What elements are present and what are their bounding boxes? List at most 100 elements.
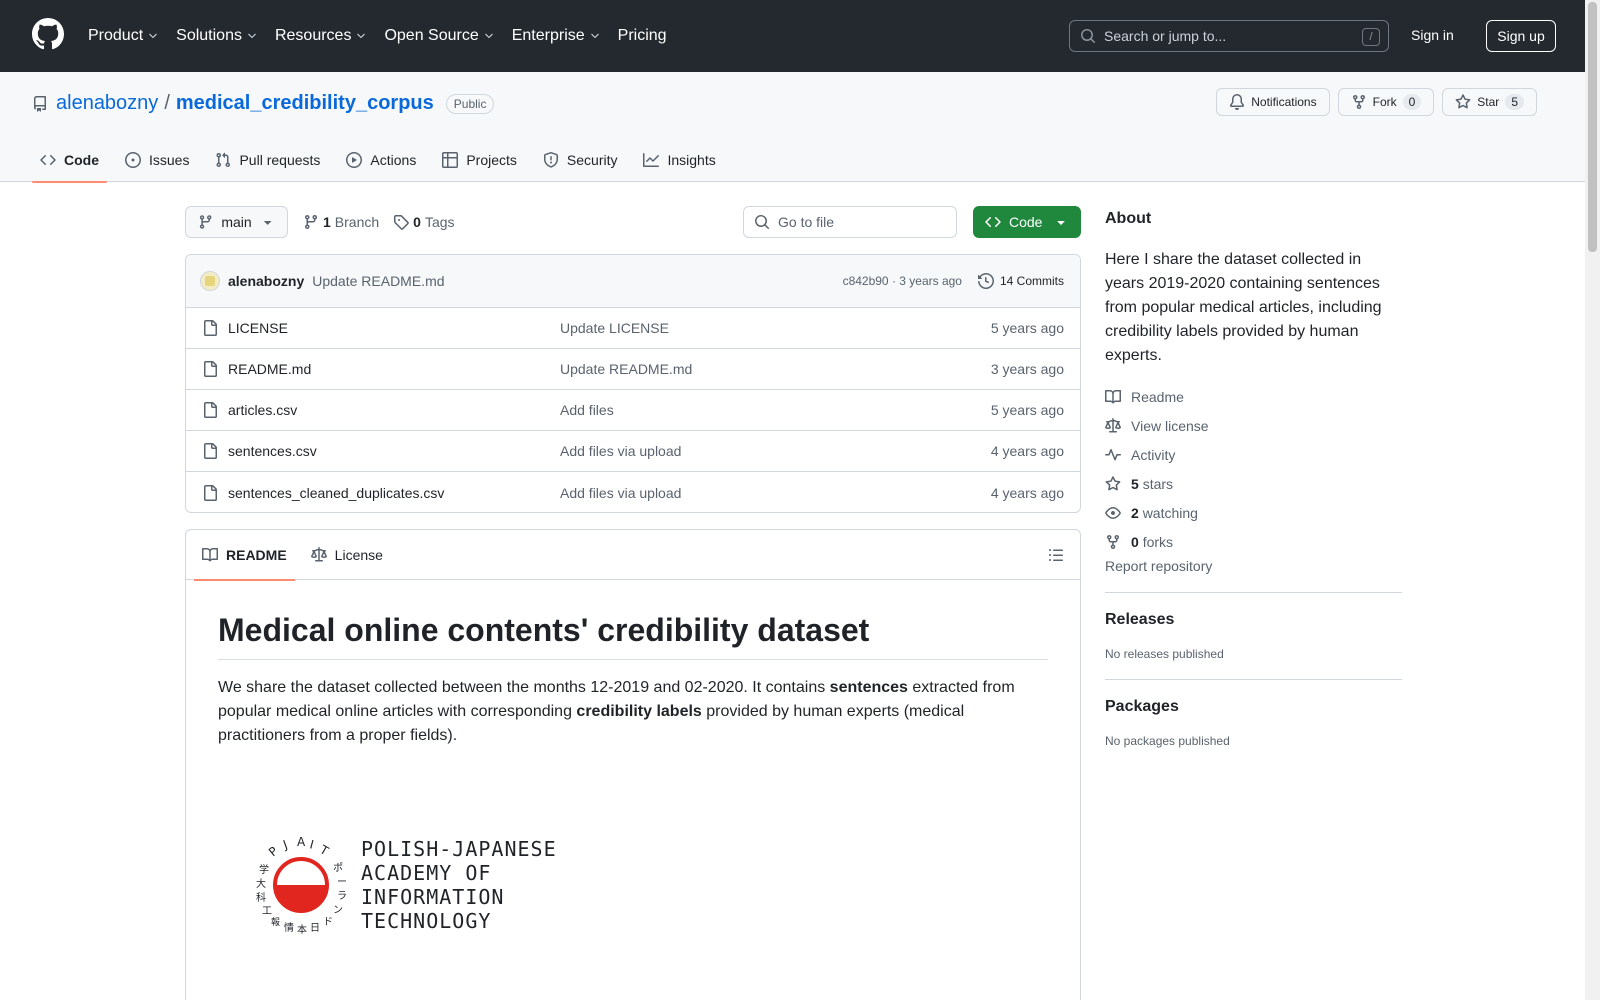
activity-link[interactable]: Activity	[1105, 440, 1402, 469]
tab-pull-requests[interactable]: Pull requests	[207, 138, 328, 182]
file-commit-message[interactable]: Add files	[560, 402, 614, 418]
tab-license[interactable]: License	[303, 530, 391, 580]
file-age: 4 years ago	[990, 484, 1064, 501]
table-row[interactable]: sentences.csv Add files via upload 4 yea…	[186, 431, 1080, 472]
page-scrollbar[interactable]	[1585, 0, 1600, 1000]
tab-actions[interactable]: Actions	[338, 138, 424, 182]
file-name[interactable]: sentences_cleaned_duplicates.csv	[228, 485, 444, 501]
repo-name-link[interactable]: medical_credibility_corpus	[176, 92, 434, 115]
readme-bold-text: credibility labels	[576, 703, 702, 720]
tag-label: Tags	[424, 214, 455, 230]
notifications-button[interactable]: Notifications	[1216, 88, 1330, 116]
table-row[interactable]: README.md Update README.md 3 years ago	[186, 349, 1080, 390]
table-row[interactable]: articles.csv Add files 5 years ago	[186, 390, 1080, 431]
tags-link[interactable]: 0 Tags	[393, 214, 455, 230]
tab-projects[interactable]: Projects	[434, 138, 525, 182]
nav-pricing[interactable]: Pricing	[618, 27, 667, 45]
readme-body: Medical online contents' credibility dat…	[186, 580, 1080, 780]
tab-label: Actions	[370, 152, 417, 168]
file-commit-message[interactable]: Add files via upload	[560, 485, 681, 501]
nav-open-source[interactable]: Open Source	[384, 27, 494, 45]
latest-commit-row: alenabozny Update README.md c842b90 · 3 …	[186, 255, 1080, 308]
fork-button[interactable]: Fork 0	[1337, 88, 1435, 116]
tab-label: Pull requests	[239, 152, 321, 168]
chevron-down-icon	[590, 33, 599, 39]
logo-ring-glyph: 工	[262, 906, 272, 917]
star-icon	[1105, 475, 1121, 490]
file-name[interactable]: LICENSE	[228, 320, 288, 336]
commit-sha-time[interactable]: c842b90 · 3 years ago	[843, 274, 962, 288]
branch-select-button[interactable]: main	[185, 206, 288, 238]
stars-link[interactable]: 5 stars	[1105, 469, 1402, 498]
logo-ring-glyph: ポ	[333, 862, 343, 874]
file-name[interactable]: articles.csv	[228, 402, 297, 418]
logo-ring-glyph: ラ	[337, 890, 347, 902]
file-commit-message[interactable]: Update LICENSE	[560, 320, 669, 336]
file-name[interactable]: README.md	[228, 361, 311, 377]
packages-heading[interactable]: Packages	[1105, 698, 1402, 716]
logo-ring-glyph: ー	[337, 877, 347, 888]
forks-label: forks	[1142, 533, 1174, 550]
sign-in-link[interactable]: Sign in	[1411, 27, 1454, 43]
stars-label: stars	[1142, 475, 1174, 492]
tab-issues[interactable]: Issues	[117, 138, 197, 182]
star-label: Star	[1477, 95, 1500, 109]
tab-security[interactable]: Security	[535, 138, 626, 182]
repo-separator: /	[164, 92, 170, 114]
github-logo-icon[interactable]	[32, 18, 64, 50]
code-dropdown-button[interactable]: Code	[973, 206, 1081, 238]
scrollbar-thumb[interactable]	[1588, 2, 1597, 252]
stars-count: 5	[1131, 475, 1139, 492]
commit-message[interactable]: Update README.md	[312, 273, 444, 289]
nav-solutions[interactable]: Solutions	[176, 27, 258, 45]
report-repository-link[interactable]: Report repository	[1105, 558, 1402, 593]
file-commit-message[interactable]: Update README.md	[560, 361, 692, 377]
logo-line: ACADEMY OF	[361, 861, 492, 885]
readme-panel: README License Medical online contents' …	[185, 529, 1081, 1000]
readme-link-label: Readme	[1131, 388, 1184, 405]
file-commit-message[interactable]: Add files via upload	[560, 443, 681, 459]
tab-code[interactable]: Code	[32, 138, 107, 183]
repo-owner-link[interactable]: alenabozny	[56, 92, 158, 115]
nav-enterprise[interactable]: Enterprise	[512, 27, 601, 45]
readme-paragraph: We share the dataset collected between t…	[218, 676, 1048, 748]
logo-line: POLISH-JAPANESE	[361, 837, 557, 861]
branch-label: Branch	[334, 214, 380, 230]
file-age: 4 years ago	[990, 443, 1064, 459]
readme-link[interactable]: Readme	[1105, 382, 1402, 411]
search-input[interactable]: Search or jump to... /	[1069, 20, 1389, 52]
tab-readme[interactable]: README	[194, 530, 295, 581]
nav-product[interactable]: Product	[88, 27, 159, 45]
file-name[interactable]: sentences.csv	[228, 443, 317, 459]
logo-ring-glyph: 学	[259, 863, 269, 876]
eye-icon	[1105, 506, 1121, 519]
logo-ring-glyph: 科	[256, 891, 266, 904]
scale-icon	[310, 546, 327, 561]
readme-text: We share the dataset collected between t…	[218, 679, 830, 696]
list-icon[interactable]	[1048, 547, 1064, 563]
go-to-file-input[interactable]: Go to file	[743, 206, 957, 238]
avatar[interactable]	[200, 271, 220, 291]
releases-heading[interactable]: Releases	[1105, 611, 1402, 629]
nav-label: Solutions	[176, 27, 242, 44]
forks-link[interactable]: 0 forks	[1105, 527, 1402, 556]
pjait-emblem-icon: P J A I T 学 大 科 工 報 情 本 日 ド ン ラ ー ポ	[256, 835, 347, 935]
pjait-logo: P J A I T 学 大 科 工 報 情 本 日 ド ン ラ ー ポ POLI…	[251, 835, 557, 935]
sign-up-button[interactable]: Sign up	[1486, 20, 1556, 52]
branches-link[interactable]: 1 Branch	[303, 214, 379, 230]
commits-link[interactable]: 14 Commits	[977, 273, 1064, 289]
logo-line: INFORMATION	[361, 885, 505, 909]
table-row[interactable]: LICENSE Update LICENSE 5 years ago	[186, 308, 1080, 349]
watching-link[interactable]: 2 watching	[1105, 498, 1402, 527]
go-to-file-placeholder: Go to file	[778, 214, 835, 230]
star-button[interactable]: Star 5	[1442, 88, 1537, 116]
license-link[interactable]: View license	[1105, 411, 1402, 440]
fork-label: Fork	[1372, 95, 1397, 109]
commit-author[interactable]: alenabozny	[228, 273, 304, 289]
tab-insights[interactable]: Insights	[635, 138, 723, 182]
nav-label: Enterprise	[511, 27, 585, 44]
logo-ring-letter: P	[266, 844, 281, 859]
repo-sidebar: About Here I share the dataset collected…	[1105, 210, 1402, 766]
table-row[interactable]: sentences_cleaned_duplicates.csv Add fil…	[186, 472, 1080, 512]
nav-resources[interactable]: Resources	[275, 27, 367, 45]
